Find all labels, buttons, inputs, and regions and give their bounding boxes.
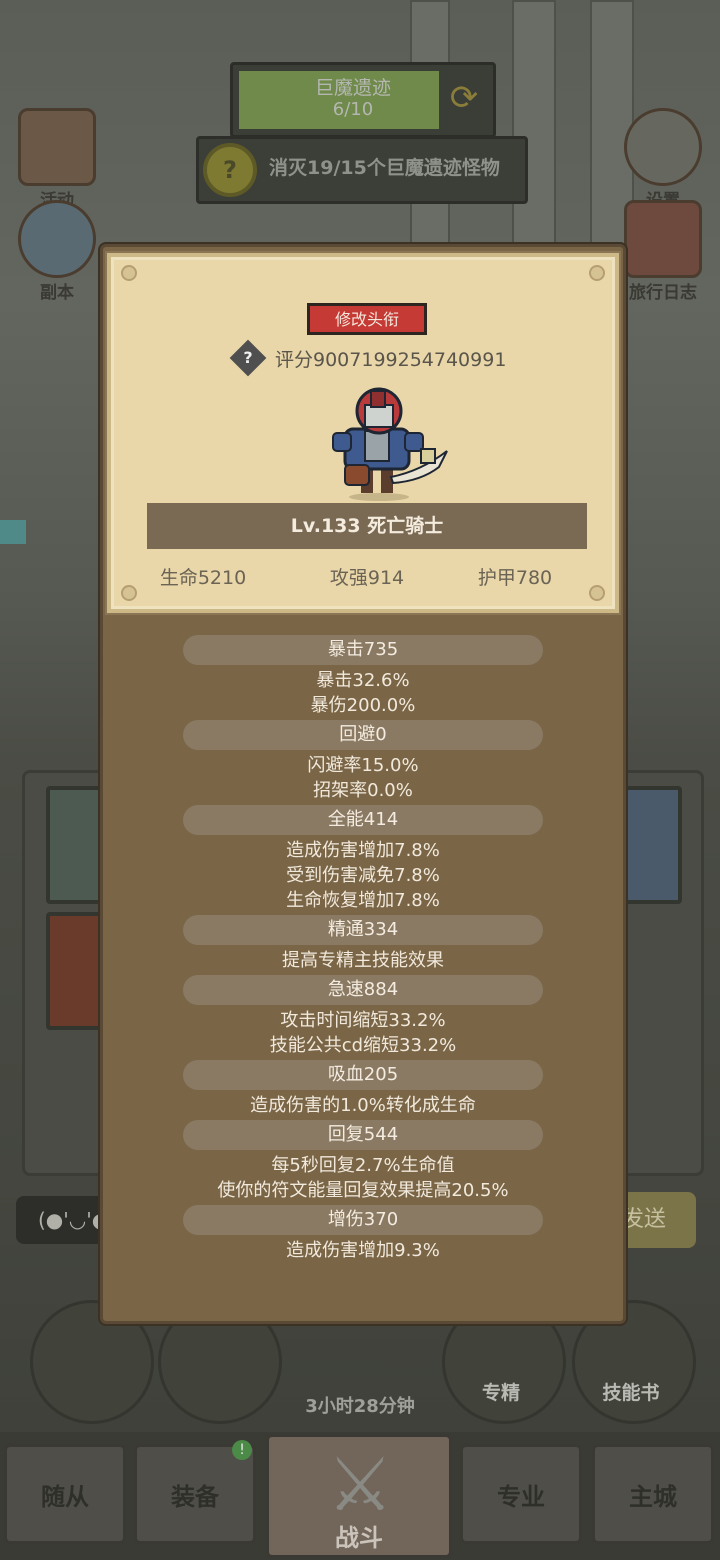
score-text: 评分9007199254740991 <box>275 349 507 371</box>
character-stats-popup[interactable]: 修改头衔 ? 评分9007199254740991 Lv.133 死亡骑士 生命… <box>100 244 626 1324</box>
rivet <box>589 265 605 281</box>
hp-stat: 生命5210 <box>159 567 247 589</box>
attr-header-haste: 急速884 <box>183 975 543 1005</box>
attr-line: 造成伤害的1.0%转化成生命 <box>250 1095 476 1116</box>
tab-main-city[interactable]: 主城 <box>592 1444 714 1544</box>
specialization-label: 专精 <box>481 1382 520 1404</box>
attr-line: 暴击32.6% <box>316 670 410 691</box>
attr-header-avoidance: 回避0 <box>183 720 543 750</box>
attr-line: 提高专精主技能效果 <box>282 950 444 971</box>
attr-header-recovery: 回复544 <box>183 1120 543 1150</box>
attr-line: 闪避率15.0% <box>307 755 419 776</box>
attack-power-stat: 攻强914 <box>329 567 405 589</box>
attr-header-leech: 吸血205 <box>183 1060 543 1090</box>
crossed-swords-icon: ⚔ <box>326 1442 394 1528</box>
edit-title-button[interactable]: 修改头衔 <box>307 303 427 335</box>
chat-emote-button[interactable]: (●'◡'● <box>16 1196 109 1244</box>
attr-line: 攻击时间缩短33.2% <box>280 1010 446 1031</box>
hero-hp-tag <box>0 520 26 544</box>
zone-progress-bar[interactable]: 巨魔遗迹 6/10 ⟳ <box>230 62 496 138</box>
quest-question-icon: ? <box>203 143 257 197</box>
attr-line: 造成伤害增加9.3% <box>286 1240 440 1261</box>
attr-line: 暴伤200.0% <box>310 695 416 716</box>
attr-line: 造成伤害增加7.8% <box>286 840 440 861</box>
attr-header-crit: 暴击735 <box>183 635 543 665</box>
chest-timer: 3小时28分钟 <box>305 1396 415 1417</box>
level-class-bar: Lv.133 死亡骑士 <box>147 503 587 549</box>
notification-badge: ! <box>232 1440 252 1460</box>
dungeon-label: 副本 <box>40 283 74 303</box>
quest-tracker[interactable]: ? 消灭19/15个巨魔遗迹怪物 <box>196 136 528 204</box>
attribute-list: 暴击735 暴击32.6% 暴伤200.0% 回避0 闪避率15.0% 招架率0… <box>103 633 623 1263</box>
tab-followers[interactable]: 随从 <box>4 1444 126 1544</box>
help-icon[interactable]: ? <box>229 339 267 377</box>
attr-header-mastery: 精通334 <box>183 915 543 945</box>
quest-text: 消灭19/15个巨魔遗迹怪物 <box>269 157 500 179</box>
attr-line: 每5秒回复2.7%生命值 <box>271 1155 455 1176</box>
tab-profession[interactable]: 专业 <box>460 1444 582 1544</box>
zone-progress-text: 6/10 <box>332 99 374 120</box>
dungeon-button[interactable]: 副本 <box>12 200 102 303</box>
attr-header-versatility: 全能414 <box>183 805 543 835</box>
zone-title: 巨魔遗迹 <box>314 77 391 99</box>
refresh-icon[interactable]: ⟳ <box>445 79 483 117</box>
attr-line: 使你的符文能量回复效果提高20.5% <box>217 1180 509 1201</box>
pillar <box>512 0 556 254</box>
attr-header-damage-bonus: 增伤370 <box>183 1205 543 1235</box>
activity-button[interactable]: 活动 <box>12 108 102 211</box>
scroll-icon <box>18 108 96 186</box>
attr-line: 招架率0.0% <box>313 780 413 801</box>
armor-stat: 护甲780 <box>477 567 553 589</box>
skillbook-label: 技能书 <box>602 1382 660 1404</box>
attr-line: 受到伤害减免7.8% <box>286 865 440 886</box>
settings-button[interactable]: 设置 <box>618 108 708 211</box>
gear-icon <box>624 108 702 186</box>
rivet <box>121 265 137 281</box>
travel-log-button[interactable]: 旅行日志 <box>618 200 708 303</box>
hero-portrait <box>332 387 448 501</box>
character-card: 修改头衔 ? 评分9007199254740991 Lv.133 死亡骑士 生命… <box>107 253 619 613</box>
book-icon <box>624 200 702 278</box>
portal-icon <box>18 200 96 278</box>
attr-line: 生命恢复增加7.8% <box>286 890 440 911</box>
travel-log-label: 旅行日志 <box>629 283 697 303</box>
attr-line: 技能公共cd缩短33.2% <box>269 1035 457 1056</box>
